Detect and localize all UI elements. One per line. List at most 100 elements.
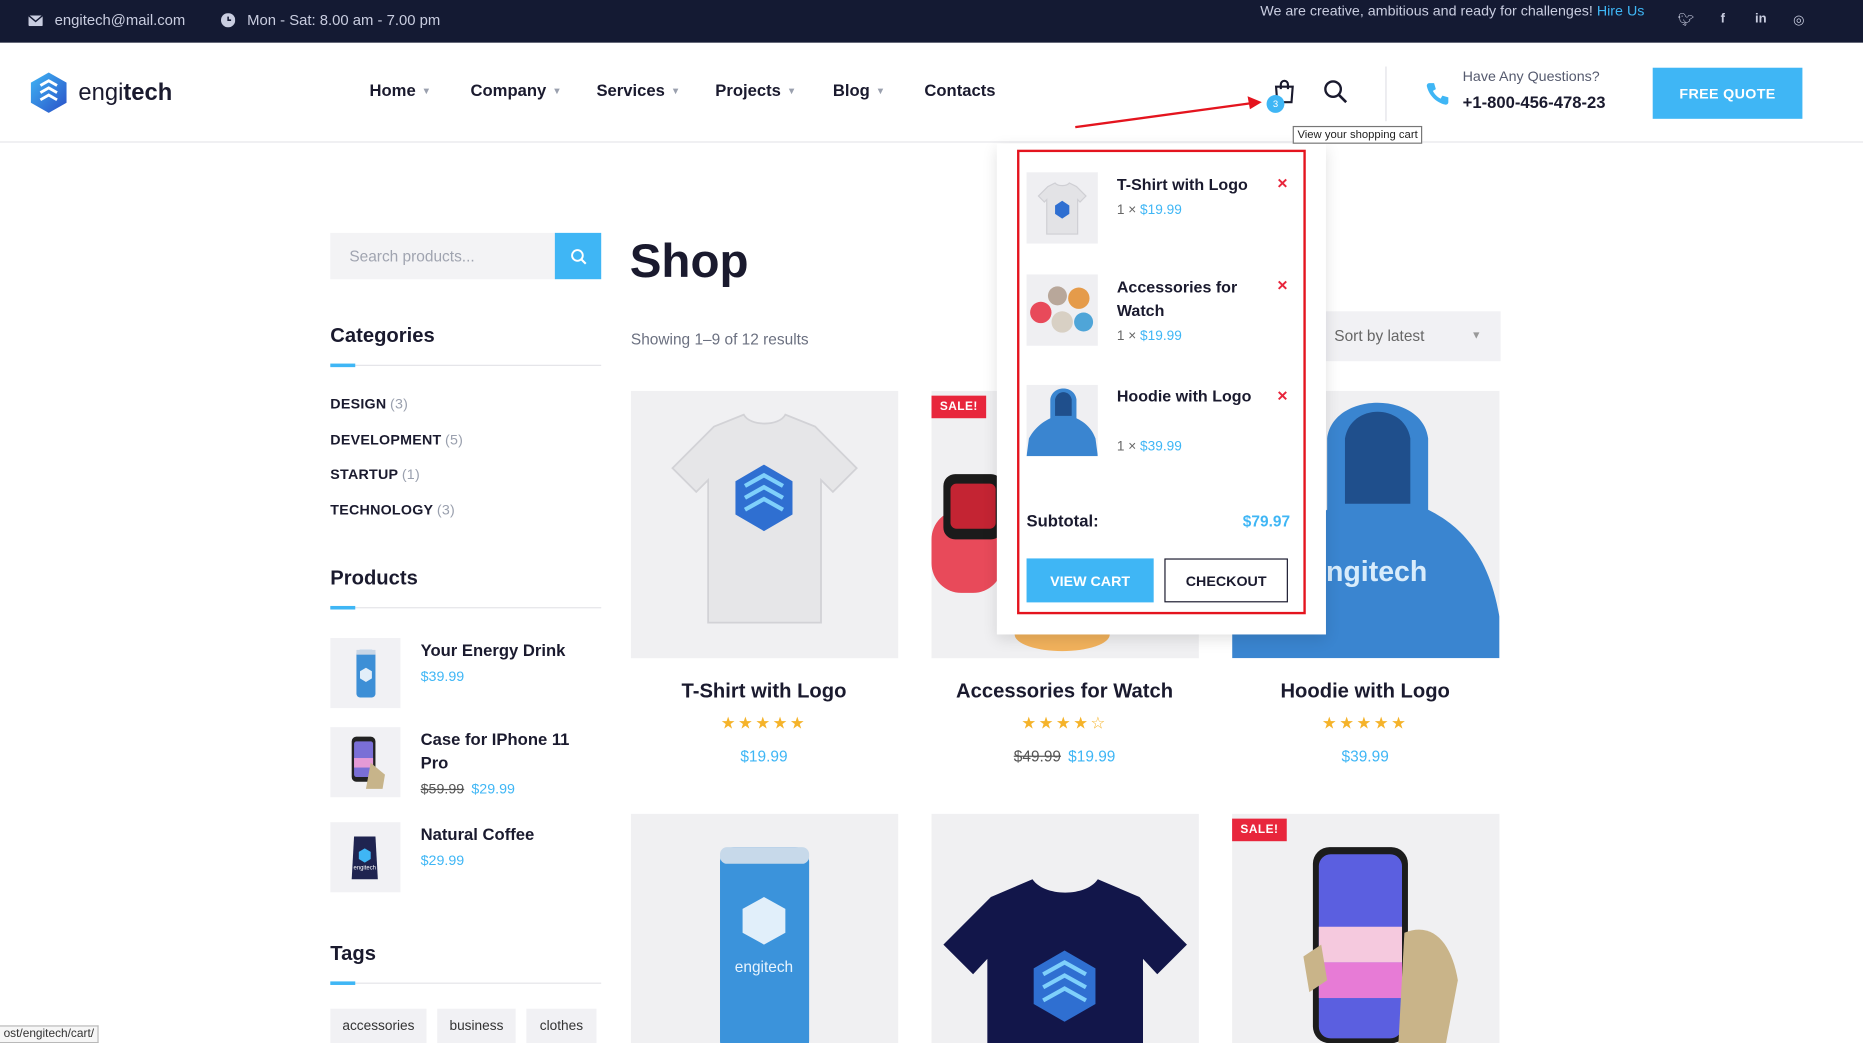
nav-label: Company: [470, 80, 547, 100]
nav-company[interactable]: Company ▼: [471, 81, 562, 100]
category-startup[interactable]: STARTUP (1): [330, 466, 420, 483]
nav-services[interactable]: Services ▼: [596, 81, 680, 100]
mini-cart-item-qty: 1 × $19.99: [1116, 329, 1182, 344]
mini-cart-thumb-watch[interactable]: [1026, 274, 1098, 346]
mini-cart-thumb-tshirt[interactable]: [1026, 172, 1098, 244]
category-name: DEVELOPMENT: [330, 430, 442, 448]
product-title[interactable]: Hoodie with Logo: [1217, 680, 1514, 704]
phone-number[interactable]: +1-800-456-478-23: [1463, 93, 1606, 112]
tag-clothes[interactable]: clothes: [526, 1008, 597, 1043]
social-links: 🐦︎ f in ◎: [1678, 12, 1806, 27]
result-count: Showing 1–9 of 12 results: [630, 330, 809, 349]
product-image-can[interactable]: engitech: [630, 813, 899, 1043]
star-rating: ★★★★★: [720, 712, 808, 732]
linkedin-icon[interactable]: in: [1754, 12, 1768, 27]
category-technology[interactable]: TECHNOLOGY (3): [330, 501, 455, 518]
products-title: Products: [330, 566, 418, 590]
tags-title: Tags: [330, 942, 376, 965]
tag-business[interactable]: business: [437, 1008, 516, 1043]
chevron-down-icon: ▼: [786, 84, 797, 96]
top-bar: engitech@mail.com Mon - Sat: 8.00 am - 7…: [0, 0, 1863, 43]
nav-contacts[interactable]: Contacts: [924, 81, 995, 100]
nav-label: Projects: [715, 80, 781, 100]
nav-home[interactable]: Home ▼: [370, 81, 432, 100]
category-count: (3): [389, 395, 409, 413]
mini-cart-item-name[interactable]: Hoodie with Logo: [1117, 385, 1271, 409]
facebook-icon[interactable]: f: [1716, 12, 1730, 27]
category-count: (1): [401, 465, 420, 483]
hoodie-brand-text: engitech: [1310, 556, 1427, 588]
sidebar-product-name[interactable]: Case for IPhone 11 Pro: [421, 727, 587, 775]
can-brand-text: engitech: [735, 959, 793, 976]
search-icon: [570, 248, 586, 264]
svg-text:engitech: engitech: [354, 866, 376, 872]
subtotal-value: $79.97: [1242, 512, 1291, 530]
sort-value: Sort by latest: [1334, 326, 1425, 345]
product-search-button[interactable]: [554, 232, 602, 280]
chevron-down-icon: ▼: [670, 84, 681, 96]
topbar-email[interactable]: engitech@mail.com: [28, 11, 186, 29]
product-price: $39.99: [1341, 747, 1389, 766]
clock-icon: [220, 13, 236, 28]
remove-item-icon[interactable]: ×: [1277, 173, 1287, 193]
nav-label: Home: [369, 80, 416, 100]
star-rating: ★★★★★: [1321, 712, 1409, 732]
iphone-case-thumbnail[interactable]: [330, 727, 401, 798]
mini-cart-item-name[interactable]: T-Shirt with Logo: [1117, 173, 1271, 197]
topbar-hours: Mon - Sat: 8.00 am - 7.00 pm: [220, 11, 441, 29]
category-name: STARTUP: [330, 465, 399, 483]
page-title: Shop: [629, 235, 749, 288]
sidebar-product-price: $59.99 $29.99: [420, 780, 515, 798]
instagram-icon[interactable]: ◎: [1792, 12, 1806, 27]
question-label: Have Any Questions?: [1462, 67, 1600, 85]
remove-item-icon[interactable]: ×: [1277, 276, 1287, 296]
category-count: (3): [436, 500, 456, 518]
nav-label: Services: [596, 80, 665, 100]
view-cart-button[interactable]: VIEW CART: [1026, 558, 1154, 603]
header-divider: [1385, 66, 1387, 122]
email-text: engitech@mail.com: [54, 11, 186, 29]
remove-item-icon[interactable]: ×: [1277, 386, 1287, 406]
sidebar-product-name[interactable]: Your Energy Drink: [421, 638, 587, 662]
chevron-down-icon: ▼: [552, 84, 562, 96]
hire-us-link[interactable]: Hire Us: [1597, 2, 1645, 19]
energy-drink-thumbnail[interactable]: [330, 638, 401, 709]
product-price: $19.99: [740, 747, 788, 766]
category-name: TECHNOLOGY: [330, 500, 434, 518]
chevron-down-icon: ▼: [421, 84, 432, 96]
product-image-tshirt[interactable]: [630, 390, 899, 659]
status-bar-url: ost/engitech/cart/: [0, 1025, 99, 1043]
category-count: (5): [445, 430, 464, 448]
mail-icon: [28, 14, 43, 26]
category-design[interactable]: DESIGN (3): [330, 396, 408, 413]
sidebar-product-price: $39.99: [420, 667, 465, 685]
free-quote-button[interactable]: FREE QUOTE: [1652, 67, 1803, 119]
chevron-down-icon: ▼: [1471, 329, 1482, 341]
subtotal-label: Subtotal:: [1026, 510, 1099, 530]
checkout-button[interactable]: CHECKOUT: [1164, 558, 1288, 603]
product-search-input[interactable]: Search products...: [330, 232, 557, 280]
product-title[interactable]: T-Shirt with Logo: [615, 680, 912, 704]
nav-label: Blog: [832, 80, 870, 100]
category-development[interactable]: DEVELOPMENT (5): [330, 431, 463, 448]
product-title[interactable]: Accessories for Watch: [916, 680, 1213, 704]
nav-blog[interactable]: Blog ▼: [833, 81, 885, 100]
product-image-phone[interactable]: [1232, 813, 1500, 1043]
product-image-dark-tshirt[interactable]: [931, 813, 1199, 1043]
tag-accessories[interactable]: accessories: [330, 1008, 427, 1043]
search-icon[interactable]: [1324, 80, 1348, 104]
hours-text: Mon - Sat: 8.00 am - 7.00 pm: [247, 11, 441, 29]
twitter-icon[interactable]: 🐦︎: [1678, 12, 1695, 27]
sidebar-product-name[interactable]: Natural Coffee: [421, 822, 587, 846]
chevron-down-icon: ▼: [875, 84, 886, 96]
mini-cart-thumb-hoodie[interactable]: [1026, 384, 1098, 457]
mini-cart-item-name[interactable]: Accessories for Watch: [1117, 276, 1271, 324]
cart-tooltip: View your shopping cart: [1292, 125, 1423, 144]
star-rating: ★★★★☆: [1021, 712, 1108, 732]
mini-cart-item-qty: 1 × $39.99: [1116, 439, 1182, 454]
nav-projects[interactable]: Projects ▼: [715, 81, 796, 100]
site-logo[interactable]: engitech: [29, 71, 172, 114]
tagline-text: We are creative, ambitious and ready for…: [1260, 2, 1593, 20]
coffee-thumbnail[interactable]: engitech: [330, 822, 401, 893]
nav-label: Contacts: [924, 80, 996, 100]
